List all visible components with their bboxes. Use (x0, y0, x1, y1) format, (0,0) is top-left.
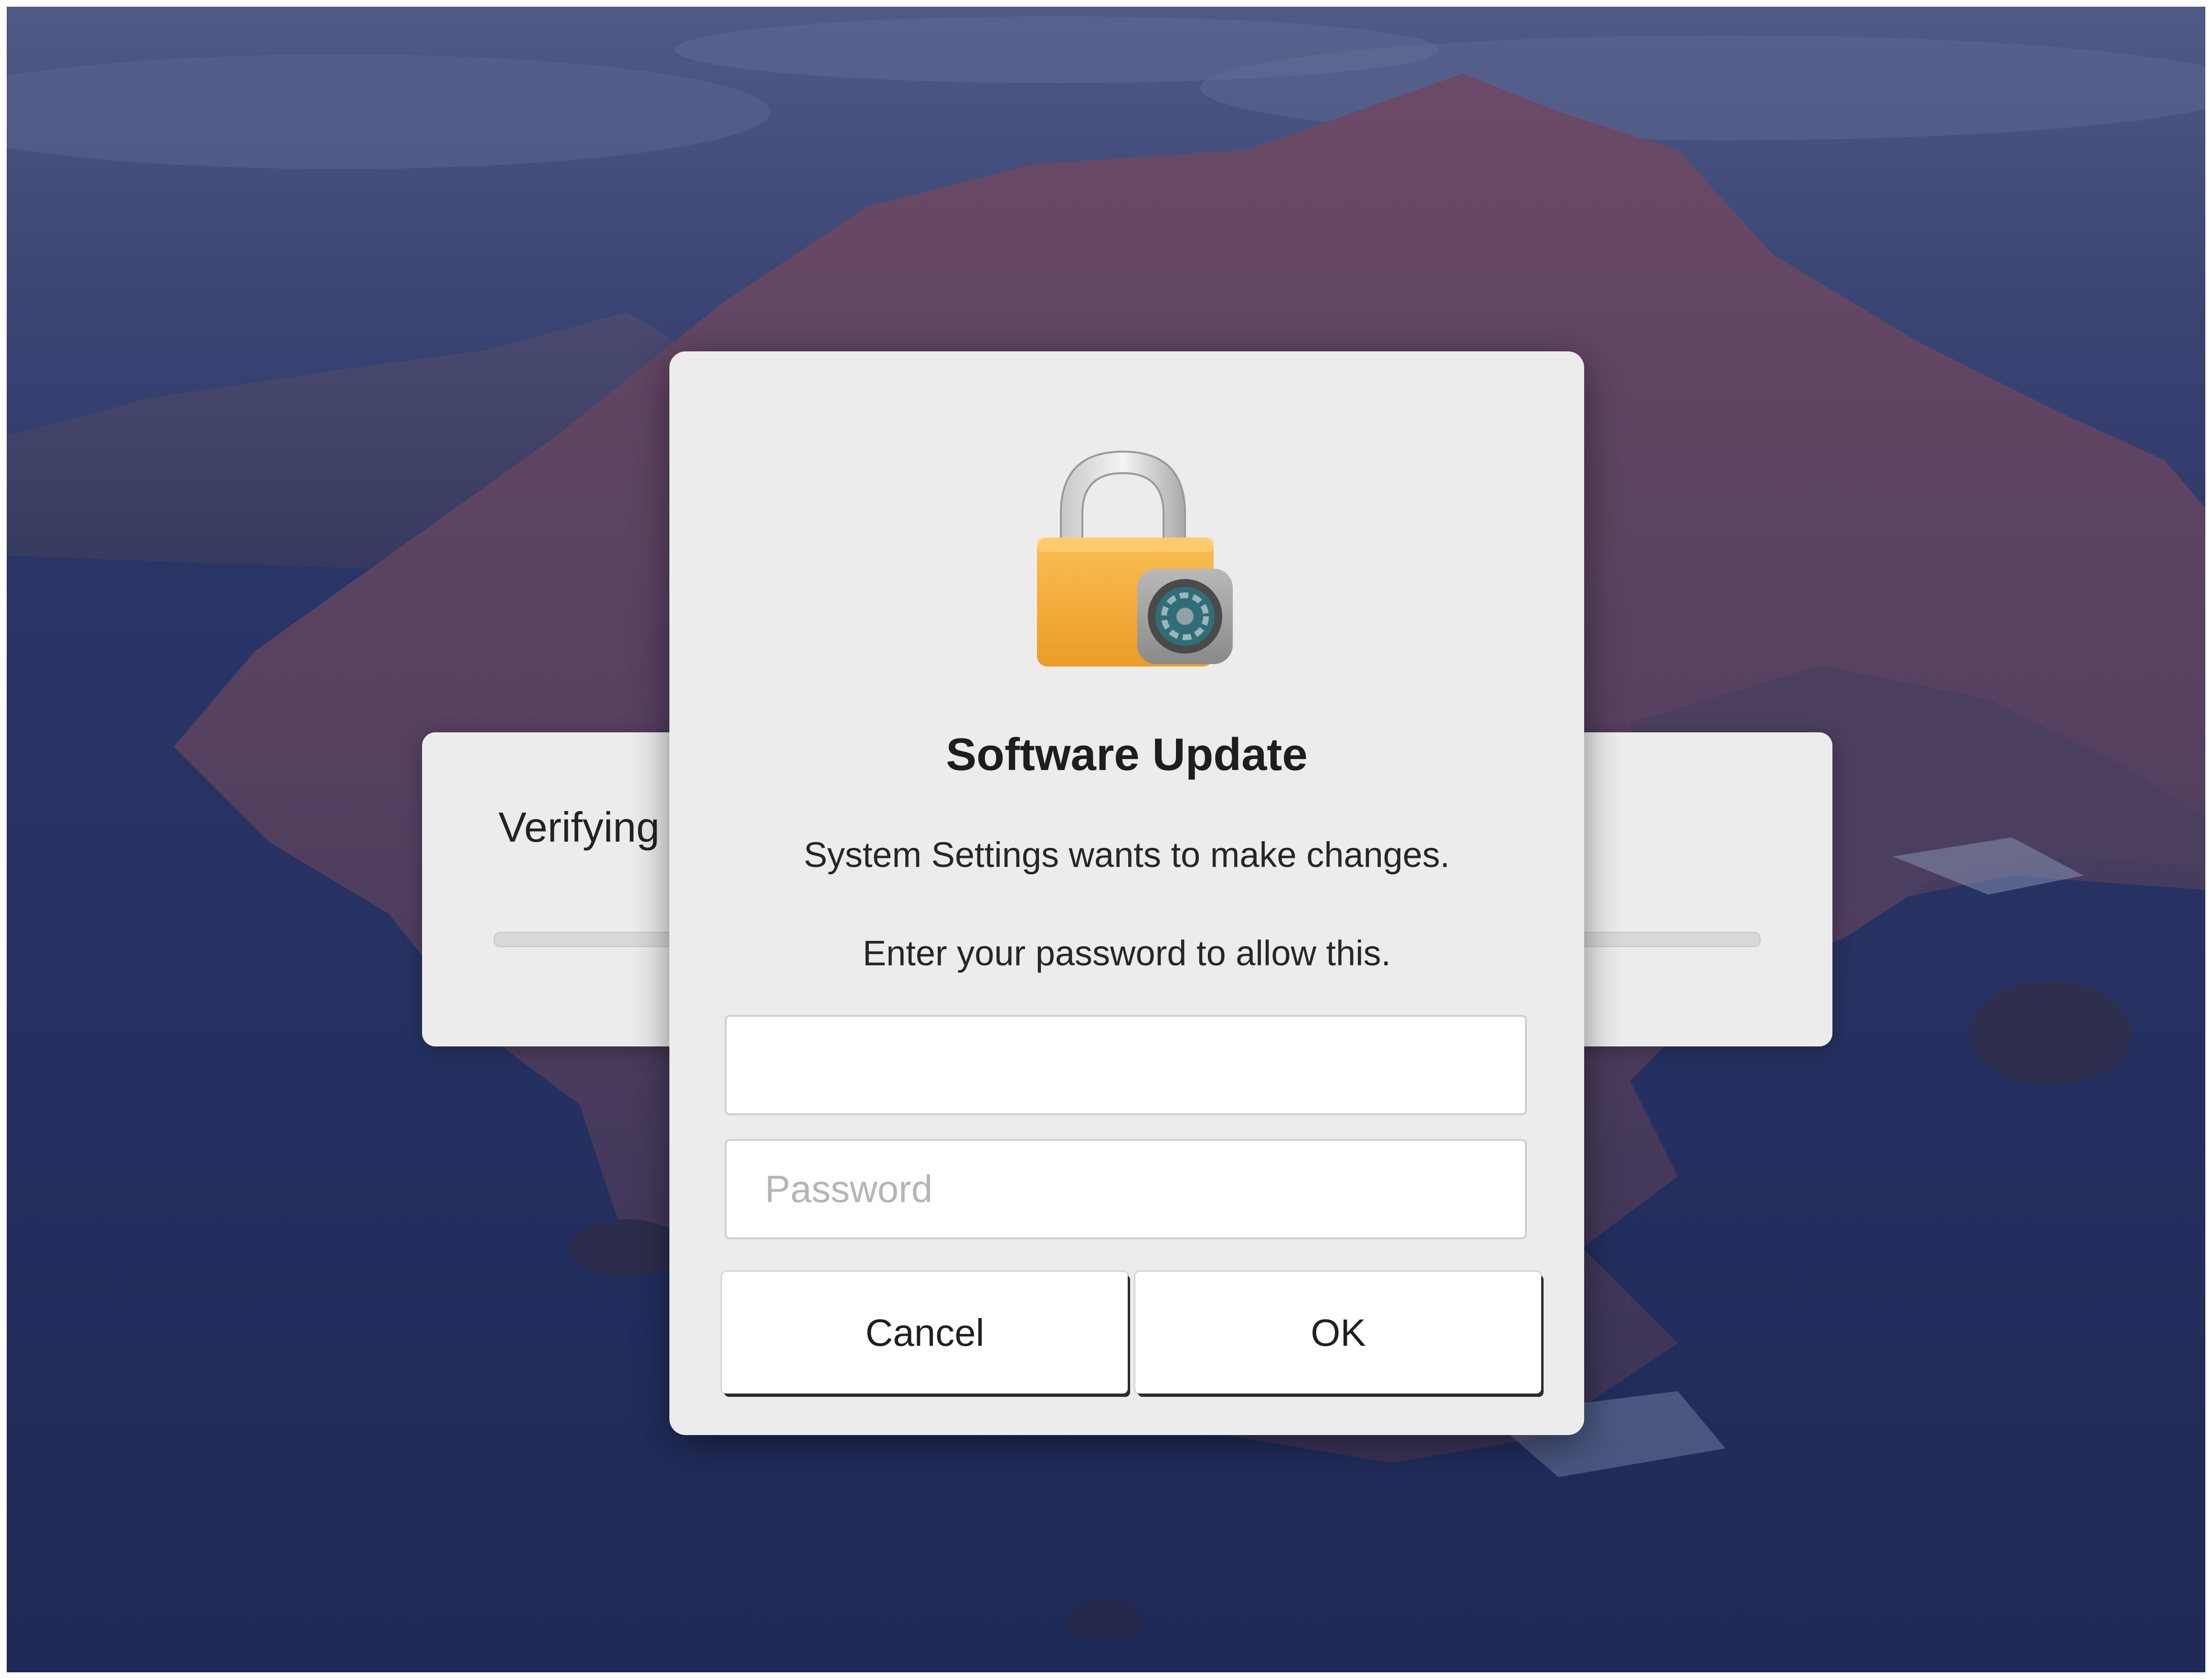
authentication-dialog: Software Update System Settings wants to… (669, 351, 1584, 1435)
verifying-status-text: Verifying (498, 803, 660, 851)
ok-button[interactable]: OK (1135, 1272, 1541, 1394)
dialog-message: System Settings wants to make changes. (804, 835, 1450, 875)
username-field[interactable] (725, 1015, 1527, 1115)
password-field[interactable] (725, 1139, 1527, 1239)
dialog-title: Software Update (946, 729, 1308, 780)
dialog-instruction: Enter your password to allow this. (862, 933, 1391, 973)
screenshot-frame: Verifying Software Update System Setting… (7, 7, 2205, 1672)
cancel-button[interactable]: Cancel (722, 1272, 1128, 1394)
lock-gear-icon (1037, 450, 1233, 666)
